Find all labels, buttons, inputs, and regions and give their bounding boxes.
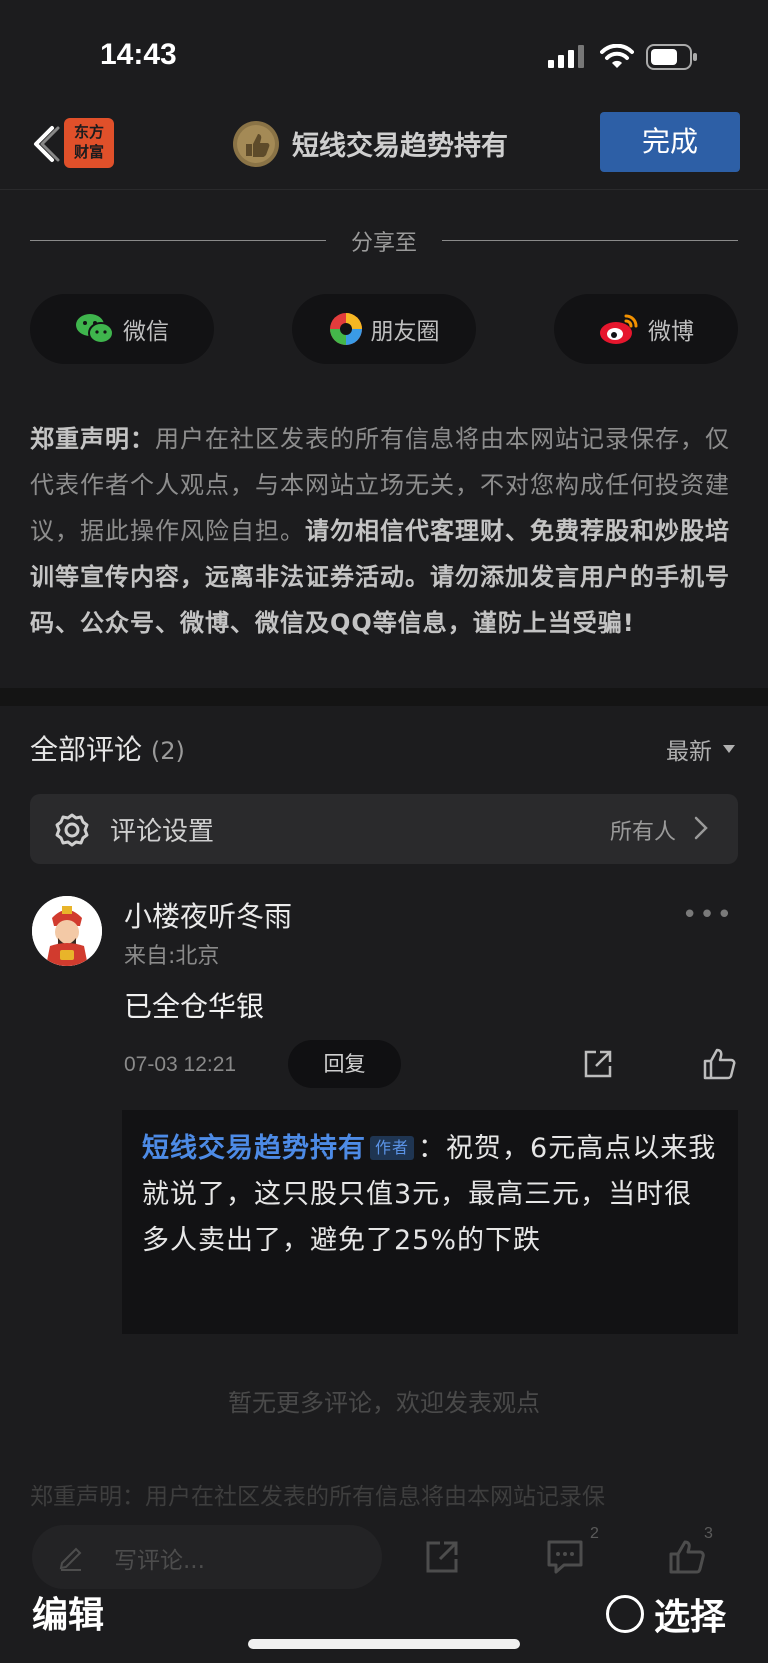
status-icons — [548, 44, 698, 70]
app-logo[interactable]: 东方 财富 — [64, 118, 114, 168]
comment-bubble-icon[interactable] — [546, 1539, 584, 1575]
chevron-right-icon — [694, 816, 708, 840]
status-time: 14:43 — [100, 38, 177, 71]
more-options-icon[interactable]: ••• — [682, 900, 734, 930]
bottom-action-bar: 写评论... 2 3 — [0, 1525, 768, 1595]
comment-settings-row[interactable]: 评论设置 所有人 — [30, 794, 738, 864]
gear-icon — [55, 813, 89, 847]
reply-author[interactable]: 短线交易趋势持有 — [142, 1133, 366, 1164]
write-comment-input[interactable]: 写评论... — [32, 1525, 382, 1589]
author-reply: 短线交易趋势持有 作者 ：祝贺，6元高点以来我就说了，这只股只值3元，最高三元，当时… — [122, 1110, 738, 1334]
comments-count: (2) — [150, 737, 185, 765]
thumbs-up-icon[interactable] — [668, 1539, 706, 1575]
done-button[interactable]: 完成 — [600, 112, 740, 172]
status-bar: 14:43 — [0, 0, 768, 110]
comment-author[interactable]: 小楼夜听冬雨 — [124, 895, 292, 935]
thumbs-up-avatar-icon — [233, 121, 279, 167]
write-comment-placeholder: 写评论... — [114, 1548, 205, 1574]
comment-text: 已全仓华银 — [124, 990, 265, 1023]
disclaimer: 郑重声明：用户在社区发表的所有信息将由本网站记录保存，仅代表作者个人观点，与本网… — [30, 416, 738, 646]
wechat-icon — [76, 314, 114, 344]
sort-label: 最新 — [666, 739, 712, 765]
select-circle-icon — [606, 1595, 644, 1633]
section-separator — [0, 688, 768, 706]
cellular-signal-icon — [548, 45, 584, 68]
share-weibo-label: 微博 — [648, 319, 694, 345]
like-count-badge: 3 — [704, 1525, 713, 1542]
share-moments-button[interactable]: 朋友圈 — [292, 294, 476, 364]
comment-settings-value: 所有人 — [609, 820, 676, 845]
select-label: 选择 — [654, 1597, 727, 1638]
edit-button[interactable]: 编辑 — [32, 1586, 104, 1638]
comment-settings-label: 评论设置 — [110, 817, 215, 847]
back-arrow-icon[interactable] — [26, 122, 62, 166]
sort-dropdown[interactable]: 最新 — [666, 732, 736, 766]
page-title: 短线交易趋势持有 — [292, 131, 508, 162]
app-logo-line2: 财富 — [73, 143, 104, 161]
comment-date: 07-03 12:21 — [124, 1053, 237, 1076]
reply-button[interactable]: 回复 — [288, 1040, 401, 1088]
home-indicator — [248, 1639, 520, 1649]
weibo-icon — [600, 314, 638, 344]
divider-line — [442, 240, 738, 241]
comment-count-badge: 2 — [590, 1525, 599, 1542]
share-icon[interactable] — [582, 1048, 614, 1080]
comments-header-label: 全部评论 — [30, 733, 143, 766]
comment-location: 来自:北京 — [124, 944, 220, 969]
select-toggle[interactable]: 选择 — [606, 1588, 726, 1640]
share-icon[interactable] — [424, 1539, 460, 1575]
faded-disclaimer: 郑重声明：用户在社区发表的所有信息将由本网站记录保 — [30, 1484, 605, 1510]
share-weibo-button[interactable]: 微博 — [554, 294, 738, 364]
disclaimer-title: 郑重声明： — [30, 425, 155, 453]
share-wechat-label: 微信 — [123, 319, 169, 345]
avatar-image — [32, 896, 102, 966]
no-more-comments: 暂无更多评论，欢迎发表观点 — [228, 1389, 540, 1417]
comments-header: 全部评论 (2) — [30, 728, 185, 768]
share-moments-label: 朋友圈 — [370, 319, 440, 345]
moments-icon — [329, 313, 362, 345]
thumbs-up-icon[interactable] — [702, 1048, 736, 1080]
share-wechat-button[interactable]: 微信 — [30, 294, 214, 364]
share-heading: 分享至 — [30, 225, 738, 256]
app-logo-line1: 东方 — [73, 123, 104, 141]
battery-icon — [646, 44, 697, 70]
avatar[interactable] — [32, 896, 102, 966]
reply-separator: ： — [418, 1133, 447, 1164]
share-heading-label: 分享至 — [350, 231, 417, 256]
caret-down-icon — [723, 745, 735, 753]
author-badge: 作者 — [370, 1136, 415, 1160]
pen-icon — [59, 1547, 82, 1571]
wifi-icon — [600, 44, 634, 68]
